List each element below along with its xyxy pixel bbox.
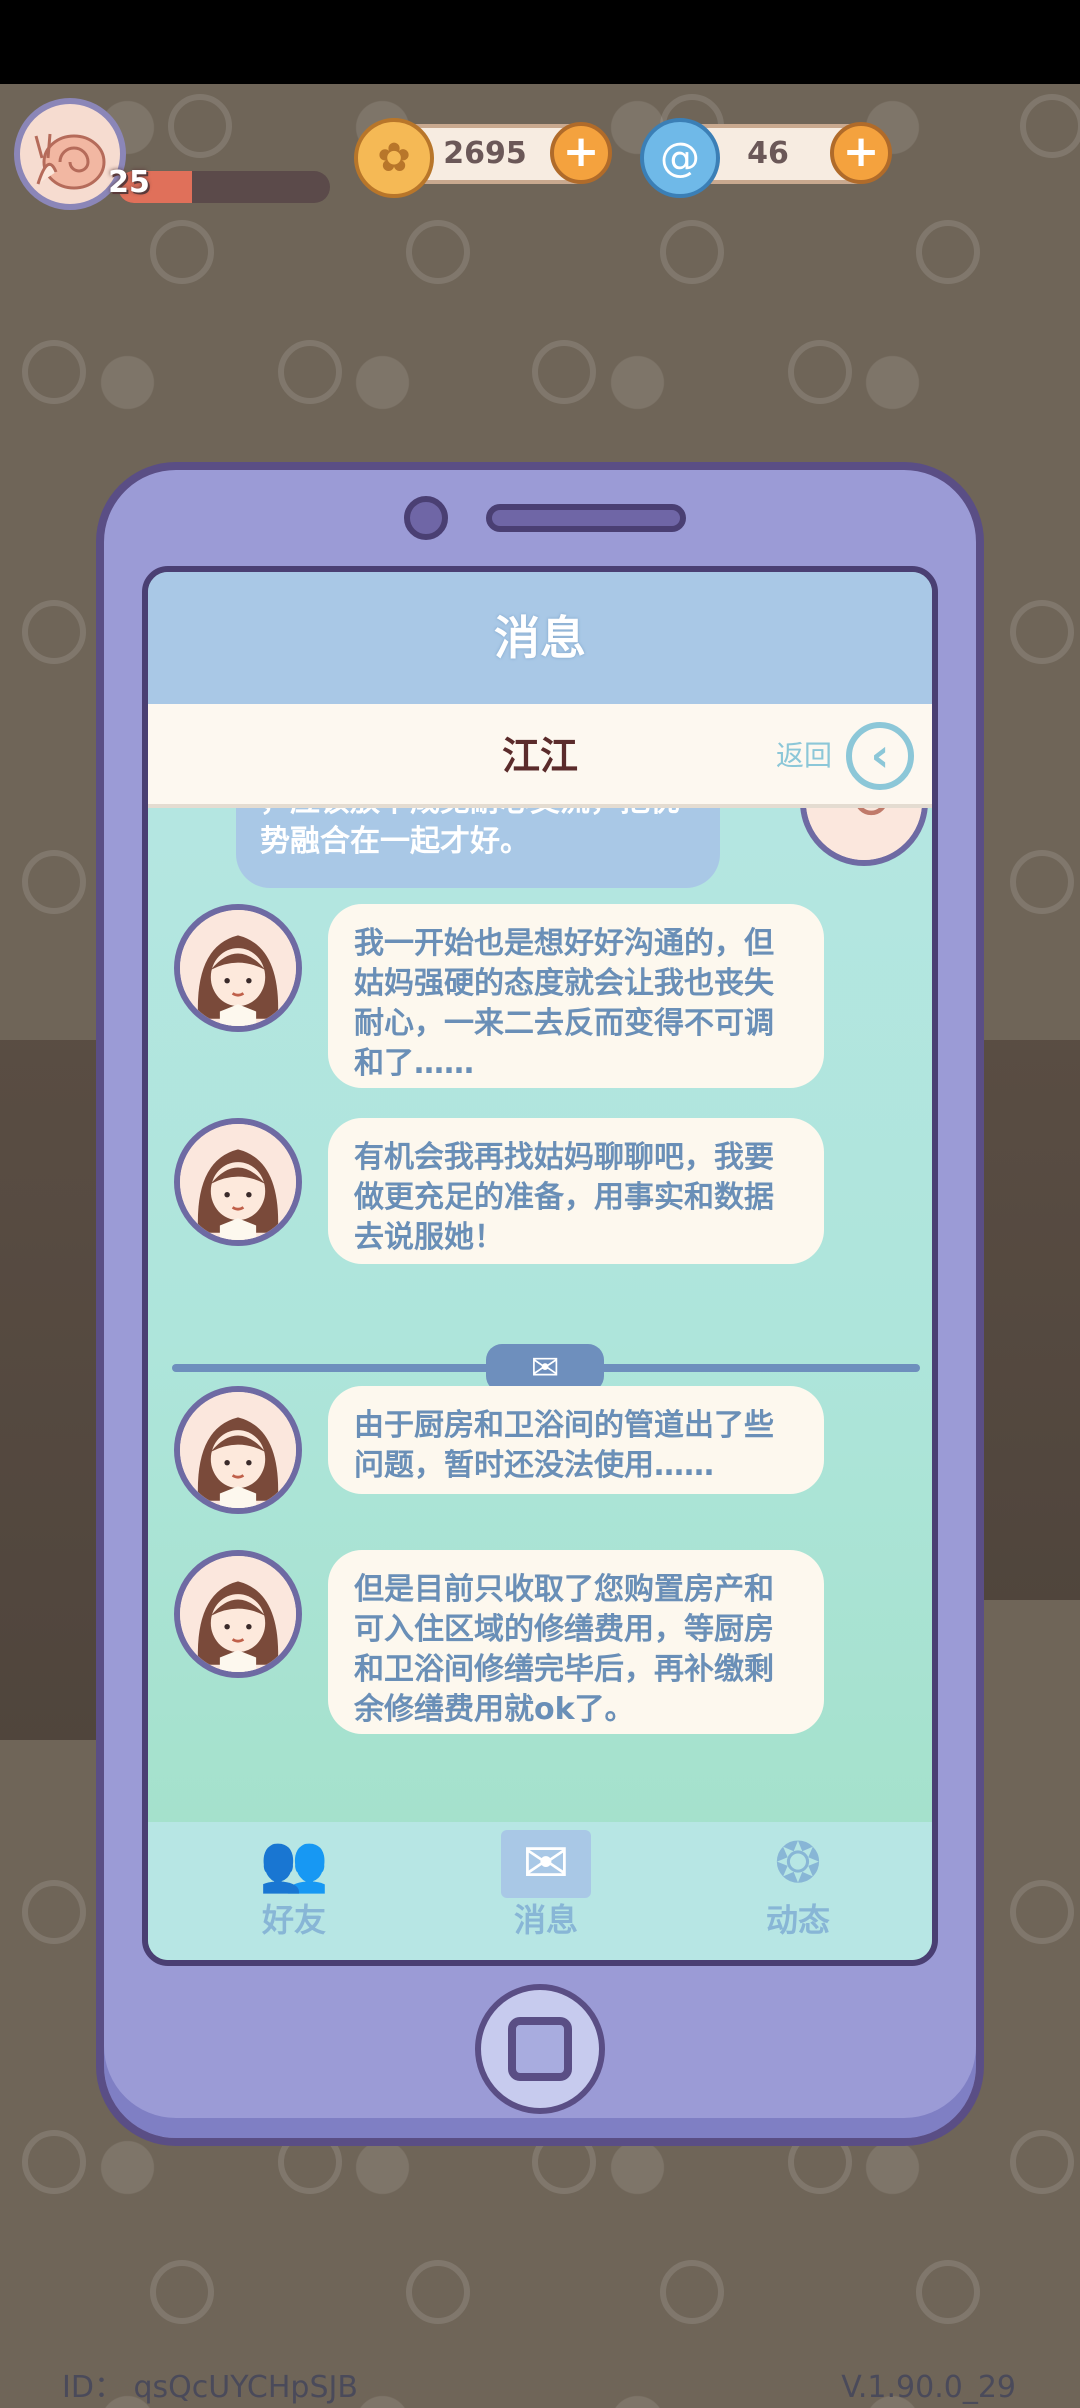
sun-pattern-icon — [1010, 600, 1074, 664]
chat-bubble-mine: ，应该放下成见耐心交流，把优势融合在一起才好。 — [236, 808, 720, 888]
level-badge: 25 — [108, 165, 150, 200]
sun-pattern-icon — [278, 340, 342, 404]
chat-bubble-contact: 由于厨房和卫浴间的管道出了些问题，暂时还没法使用…… — [328, 1386, 824, 1494]
sun-pattern-icon — [22, 600, 86, 664]
phone-frame: 消息 江江 返回 ‹ ，应该放下成见耐心交流，把优势融合在一起才好。 — [96, 462, 984, 2146]
friends-icon: 👥 — [259, 1831, 329, 1896]
sun-pattern-icon — [916, 2260, 980, 2324]
contact-avatar — [174, 904, 302, 1032]
chat-bubble-contact: 但是目前只收取了您购置房产和可入住区域的修缮费用，等厨房和卫浴间修缮完毕后，再补… — [328, 1550, 824, 1734]
moments-icon: ❂ — [774, 1831, 822, 1896]
envelope-icon: ✉ — [486, 1344, 604, 1392]
player-chat-avatar — [800, 808, 928, 866]
sun-pattern-icon — [1010, 850, 1074, 914]
message-text: ，应该放下成见耐心交流，把优势融合在一起才好。 — [260, 808, 680, 859]
sun-pattern-icon — [1010, 1880, 1074, 1944]
tab-moments[interactable]: ❂ 动态 — [698, 1822, 898, 1960]
background-building — [970, 1040, 1080, 1600]
version-label: V.1.90.0_29 — [841, 2370, 1016, 2405]
girl-avatar-icon — [180, 1556, 296, 1672]
chat-bubble-contact: 有机会我再找姑妈聊聊吧，我要做更充足的准备，用事实和数据去说服她！ — [328, 1118, 824, 1264]
coin-counter: ✿ 2695 + — [354, 118, 612, 198]
add-coins-button[interactable]: + — [550, 122, 612, 184]
chat-log[interactable]: ，应该放下成见耐心交流，把优势融合在一起才好。 — [148, 808, 932, 1808]
tab-messages[interactable]: ✉ 消息 — [446, 1822, 646, 1960]
girl-avatar-icon — [180, 1392, 296, 1508]
tab-bar: 👥 好友 ✉ 消息 ❂ 动态 — [148, 1822, 932, 1960]
sun-pattern-icon — [150, 220, 214, 284]
phone-camera — [404, 496, 448, 540]
sun-pattern-icon — [916, 220, 980, 284]
screen-title: 消息 — [148, 572, 932, 704]
home-square-icon — [508, 2017, 572, 2081]
contact-avatar — [174, 1550, 302, 1678]
girl-avatar-icon — [180, 1124, 296, 1240]
player-id: ID： qsQcUYCHpSJB — [62, 2370, 358, 2405]
phone-screen: 消息 江江 返回 ‹ ，应该放下成见耐心交流，把优势融合在一起才好。 — [142, 566, 938, 1966]
contact-avatar — [174, 1386, 302, 1514]
sun-pattern-icon — [788, 340, 852, 404]
sun-pattern-icon — [22, 340, 86, 404]
mail-icon: ✉ — [501, 1830, 591, 1898]
status-bar — [0, 0, 1080, 84]
sun-pattern-icon — [532, 340, 596, 404]
snail-icon — [806, 808, 922, 860]
sun-pattern-icon — [1010, 2130, 1074, 2194]
sun-pattern-icon — [1020, 94, 1080, 158]
sun-pattern-icon — [406, 220, 470, 284]
message-text: 由于厨房和卫浴间的管道出了些问题，暂时还没法使用…… — [354, 1408, 774, 1483]
sun-pattern-icon — [22, 1880, 86, 1944]
contact-bar: 江江 返回 ‹ — [148, 704, 932, 808]
tab-label: 消息 — [513, 1901, 578, 1939]
back-button[interactable]: ‹ — [846, 722, 914, 790]
message-divider: ✉ — [172, 1344, 920, 1392]
sun-pattern-icon — [660, 220, 724, 284]
phone-home-button[interactable] — [475, 1984, 605, 2114]
tab-friends[interactable]: 👥 好友 — [194, 1822, 394, 1960]
add-gems-button[interactable]: + — [830, 122, 892, 184]
sun-pattern-icon — [168, 94, 232, 158]
message-text: 我一开始也是想好好沟通的，但姑妈强硬的态度就会让我也丧失耐心，一来二去反而变得不… — [354, 926, 774, 1081]
sun-pattern-icon — [406, 2260, 470, 2324]
gem-counter: @ 46 + — [640, 118, 892, 198]
back-label[interactable]: 返回 — [776, 704, 832, 808]
message-text: 但是目前只收取了您购置房产和可入住区域的修缮费用，等厨房和卫浴间修缮完毕后，再补… — [354, 1572, 774, 1727]
girl-avatar-icon — [180, 910, 296, 1026]
sun-pattern-icon — [22, 2130, 86, 2194]
message-text: 有机会我再找姑妈聊聊吧，我要做更充足的准备，用事实和数据去说服她！ — [354, 1140, 774, 1255]
sun-pattern-icon — [660, 2260, 724, 2324]
sun-pattern-icon — [22, 850, 86, 914]
phone-speaker — [486, 504, 686, 532]
tab-label: 动态 — [765, 1901, 830, 1939]
chat-bubble-contact: 我一开始也是想好好沟通的，但姑妈强硬的态度就会让我也丧失耐心，一来二去反而变得不… — [328, 904, 824, 1088]
sun-pattern-icon — [150, 2260, 214, 2324]
tab-label: 好友 — [261, 1901, 326, 1939]
snail-icon — [34, 133, 106, 190]
contact-avatar — [174, 1118, 302, 1246]
